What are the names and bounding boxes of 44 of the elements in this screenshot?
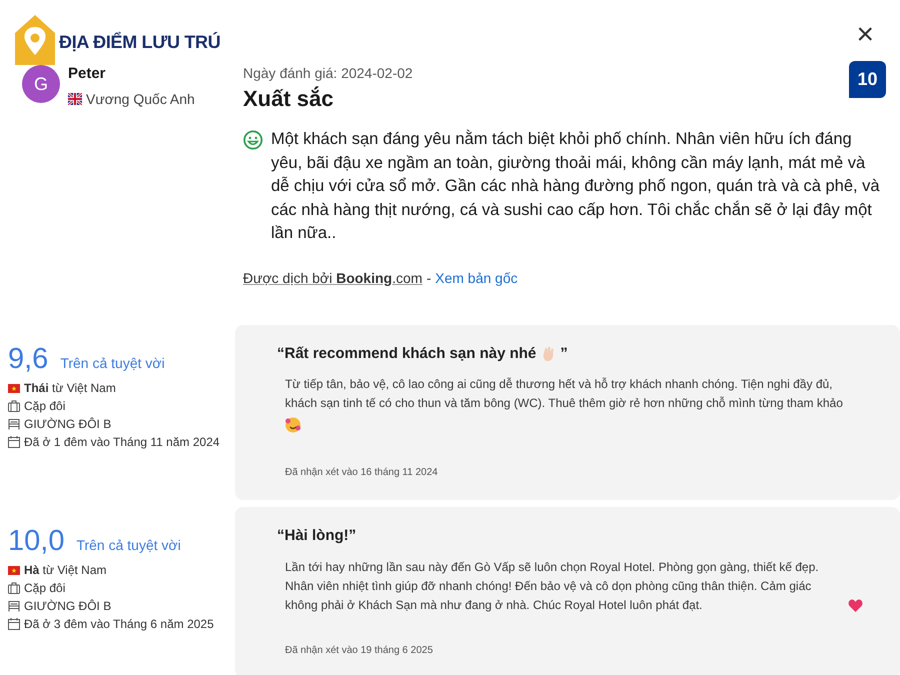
flag-icon	[68, 93, 82, 105]
avatar: G	[22, 65, 60, 103]
reviewed-date: Đã nhận xét vào 16 tháng 11 2024	[284, 466, 439, 480]
reviewer-name: Peter	[68, 64, 107, 84]
score-label: Trên cả tuyệt vời	[60, 354, 165, 373]
separator: -	[426, 268, 432, 288]
flag-icon	[8, 384, 20, 393]
suitcase-icon	[8, 582, 20, 594]
original-link[interactable]: Xem bản gốc	[435, 268, 518, 289]
review-body: Lần tới hay những lần sau này đến Gò Vấp sẽ luôn chọn Royal Hotel. Phòng gọn gàng, thiết kế đẹp. Nhân viên nhiệt tình giúp đỡ nhanh chóng! Đến bảo vệ và cô dọn phòng cũng thân thiện. Cảm giác không phải ở Khách Sạn mà như đang ở nhà. Chúc Royal Hotel luôn phát đạt.	[284, 558, 820, 614]
bed-icon	[8, 418, 20, 430]
trip-type: Cặp đôi	[24, 580, 66, 598]
review-date: Ngày đánh giá: 2024-02-02	[243, 64, 413, 83]
score-label: Trên cả tuyệt vời	[76, 536, 181, 556]
stay-info: Đã ở 3 đêm vào Tháng 6 năm 2025	[24, 616, 214, 634]
smiling-face-icon	[285, 417, 301, 434]
quote-title: “Hài lòng!”	[277, 526, 358, 546]
review-score: 9,6	[8, 342, 48, 375]
brand-name: ĐỊA ĐIỂM LƯU TRÚ	[59, 30, 220, 54]
calendar-icon	[8, 436, 20, 448]
quote-title: “Rất recommend khách sạn này nhé	[277, 344, 536, 364]
room-type: GIƯỜNG ĐÔI B	[24, 416, 112, 433]
review-score: 10,0	[8, 525, 64, 558]
review-title: Xuất sắc	[243, 86, 334, 112]
reviewed-date: Đã nhận xét vào 19 tháng 6 2025	[284, 644, 434, 658]
smiling-face-icon	[243, 130, 263, 150]
room-type: GIƯỜNG ĐÔI B	[24, 598, 112, 616]
reviewer-country: Vương Quốc Anh	[86, 90, 195, 109]
close-button[interactable]: ×	[852, 20, 878, 50]
review-body: Từ tiếp tân, bảo vệ, cô lao công ai cũng dễ thương hết và hỗ trợ khách nhanh chóng. Tiện nghi đầy đủ, khách sạn tinh tế có cho thun và tăm bông (WC). Thuê thêm giờ rẻ hơn những chỗ mình từng tham khảo	[284, 376, 844, 412]
review-text: Một khách sạn đáng yêu nằm tách biệt khỏi phố chính. Nhân viên hữu ích đáng yêu, bãi đậu xe ngầm an toàn, giường thoải mái, không cần máy lạnh, mát mẻ và dễ chịu với cửa sổ mở. Gần các nhà hàng đường phố ngon, quán trà và cà phê, và các nhà hàng thịt nướng, cá và sushi cao cấp hơn. Tôi chắc chắn sẽ ở lại đây một lần nữa..	[271, 128, 881, 244]
bed-icon	[8, 600, 20, 612]
suitcase-icon	[8, 400, 20, 412]
flag-icon	[8, 566, 20, 576]
translation-credit: Được dịch bởi Booking.com	[243, 268, 422, 288]
logo-icon	[15, 15, 55, 65]
heart-icon	[848, 598, 863, 612]
score-badge: 10	[849, 61, 886, 98]
calendar-icon	[8, 618, 20, 630]
quote-mark: ”	[560, 344, 568, 364]
trip-type: Cặp đôi	[24, 398, 66, 415]
guest-name: Thái từ Việt Nam	[24, 380, 116, 397]
stay-info: Đã ở 1 đêm vào Tháng 11 năm 2024	[24, 434, 220, 451]
guest-name: Hà từ Việt Nam	[24, 562, 107, 580]
